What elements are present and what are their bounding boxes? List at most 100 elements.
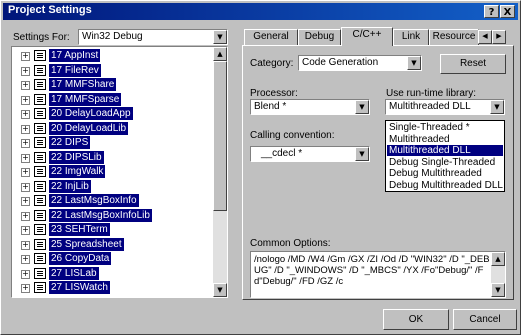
calling-convention-dropdown[interactable]: __cdecl * ▼ [250, 146, 370, 162]
expand-icon[interactable]: + [21, 52, 30, 61]
expand-icon[interactable]: + [21, 95, 30, 105]
project-icon [34, 224, 46, 235]
tree-item[interactable]: +25 Spreadsheet [12, 237, 217, 252]
project-icon [34, 282, 46, 293]
chevron-down-icon[interactable]: ▼ [490, 100, 504, 114]
processor-dropdown[interactable]: Blend * ▼ [250, 99, 370, 115]
help-button[interactable]: ? [484, 5, 499, 18]
tree-item-label: 22 InjLib [49, 179, 91, 193]
expand-icon[interactable]: + [21, 255, 30, 264]
settings-for-dropdown[interactable]: Win32 Debug ▼ [78, 29, 228, 45]
runtime-library-value: Multithreaded DLL [389, 101, 471, 112]
scroll-thumb[interactable] [213, 61, 227, 211]
project-icon [34, 180, 46, 192]
ok-button[interactable]: OK [383, 309, 449, 330]
runtime-option[interactable]: Debug Single-Threaded [387, 157, 503, 168]
expand-icon[interactable]: + [21, 81, 30, 90]
project-icon [34, 209, 46, 221]
runtime-option[interactable]: Debug Multithreaded [387, 168, 503, 179]
tree-item[interactable]: +27 LISWatch [12, 281, 217, 295]
tree-item[interactable]: +22 InjLib [12, 179, 217, 194]
common-options-text: /nologo /MD /W4 /Gm /GX /ZI /Od /D "WIN3… [254, 254, 490, 287]
project-icon [34, 195, 46, 206]
tree-item[interactable]: +17 AppInst [12, 49, 217, 63]
tree-item[interactable]: +20 DelayLoadApp [12, 107, 217, 121]
project-icon [34, 267, 46, 279]
tree-item-label: 17 AppInst [49, 49, 101, 62]
tree-item[interactable]: +27 LISLab [12, 266, 217, 281]
cancel-button[interactable]: Cancel [453, 309, 517, 330]
tree-item-label: 25 Spreadsheet [49, 237, 124, 251]
expand-icon[interactable]: + [21, 211, 30, 221]
tree-item[interactable]: +22 ImgWalk [12, 165, 217, 179]
tab-general[interactable]: General [244, 29, 298, 45]
tree-item[interactable]: +22 LastMsgBoxInfo [12, 194, 217, 208]
tab-scroll-left-icon[interactable]: ◀ [478, 30, 492, 44]
project-icon [34, 151, 46, 163]
runtime-library-list[interactable]: Single-Threaded * Multithreaded Multithrea… [385, 120, 505, 192]
project-icon [34, 238, 46, 250]
expand-icon[interactable]: + [21, 139, 30, 148]
chevron-down-icon[interactable]: ▼ [407, 56, 421, 70]
options-scrollbar[interactable]: ▲ ▼ [491, 252, 505, 297]
runtime-library-dropdown[interactable]: Multithreaded DLL ▼ [385, 99, 505, 115]
tab-link[interactable]: Link [393, 29, 429, 45]
tree-item[interactable]: +17 MMFSparse [12, 92, 217, 107]
tree-item[interactable]: +17 MMFShare [12, 78, 217, 92]
expand-icon[interactable]: + [21, 124, 30, 134]
runtime-option[interactable]: Single-Threaded * [387, 122, 503, 133]
tree-item-label: 20 DelayLoadLib [49, 121, 129, 135]
tab-resource[interactable]: Resource [429, 29, 479, 45]
chevron-down-icon[interactable]: ▼ [355, 100, 369, 114]
calling-convention-label: Calling convention: [250, 130, 335, 141]
tree-item[interactable]: +23 SEHTerm [12, 223, 217, 237]
tree-item-label: 27 LISWatch [49, 281, 110, 294]
tree-item-label: 22 LastMsgBoxInfo [49, 194, 139, 207]
tab-cc[interactable]: C/C++ [341, 27, 393, 46]
tab-debug[interactable]: Debug [298, 29, 341, 45]
expand-icon[interactable]: + [21, 153, 30, 163]
expand-icon[interactable]: + [21, 284, 30, 293]
expand-icon[interactable]: + [21, 110, 30, 119]
tree-item[interactable]: +17 FileRev [12, 63, 217, 78]
expand-icon[interactable]: + [21, 226, 30, 235]
tree-item-label: 22 LastMsgBoxInfoLib [49, 208, 152, 222]
scroll-down-icon[interactable]: ▼ [491, 283, 505, 297]
chevron-down-icon[interactable]: ▼ [213, 30, 227, 44]
runtime-option[interactable]: Multithreaded [387, 134, 503, 145]
project-icon [34, 166, 46, 177]
common-options-textbox[interactable]: /nologo /MD /W4 /Gm /GX /ZI /Od /D "WIN3… [250, 251, 506, 298]
tree-item-label: 27 LISLab [49, 266, 99, 280]
runtime-option[interactable]: Debug Multithreaded DLL [387, 180, 503, 191]
tree-item-label: 17 MMFShare [49, 78, 117, 91]
scroll-down-icon[interactable]: ▼ [213, 283, 227, 297]
tab-scroll-right-icon[interactable]: ▶ [492, 30, 506, 44]
project-icon [34, 93, 46, 105]
expand-icon[interactable]: + [21, 182, 30, 192]
tree-item[interactable]: +22 DIPSLib [12, 150, 217, 165]
project-icon [34, 64, 46, 76]
category-dropdown[interactable]: Code Generation ▼ [298, 55, 422, 71]
tree-item[interactable]: +26 CopyData [12, 252, 217, 266]
reset-button[interactable]: Reset [440, 54, 506, 74]
tree-item[interactable]: +22 DIPS [12, 136, 217, 150]
scroll-up-icon[interactable]: ▲ [491, 252, 505, 266]
scroll-up-icon[interactable]: ▲ [213, 47, 227, 61]
chevron-down-icon[interactable]: ▼ [355, 147, 369, 161]
tree-item[interactable]: +22 LastMsgBoxInfoLib [12, 208, 217, 223]
title-bar: Project Settings ? X [3, 3, 518, 20]
project-tree[interactable]: +17 AppInst +17 FileRev +17 MMFShare +17 MM… [11, 46, 228, 298]
expand-icon[interactable]: + [21, 240, 30, 250]
expand-icon[interactable]: + [21, 66, 30, 76]
runtime-option[interactable]: Multithreaded DLL [387, 145, 503, 156]
expand-icon[interactable]: + [21, 197, 30, 206]
expand-icon[interactable]: + [21, 168, 30, 177]
expand-icon[interactable]: + [21, 269, 30, 279]
cancel-button-label: Cancel [469, 314, 501, 325]
runtime-library-label: Use run-time library: [386, 88, 477, 99]
tree-scrollbar[interactable]: ▲ ▼ [213, 47, 227, 297]
tree-item[interactable]: +20 DelayLoadLib [12, 121, 217, 136]
ok-button-label: OK [408, 314, 424, 325]
close-button[interactable]: X [500, 5, 515, 18]
processor-value: Blend * [254, 101, 287, 112]
